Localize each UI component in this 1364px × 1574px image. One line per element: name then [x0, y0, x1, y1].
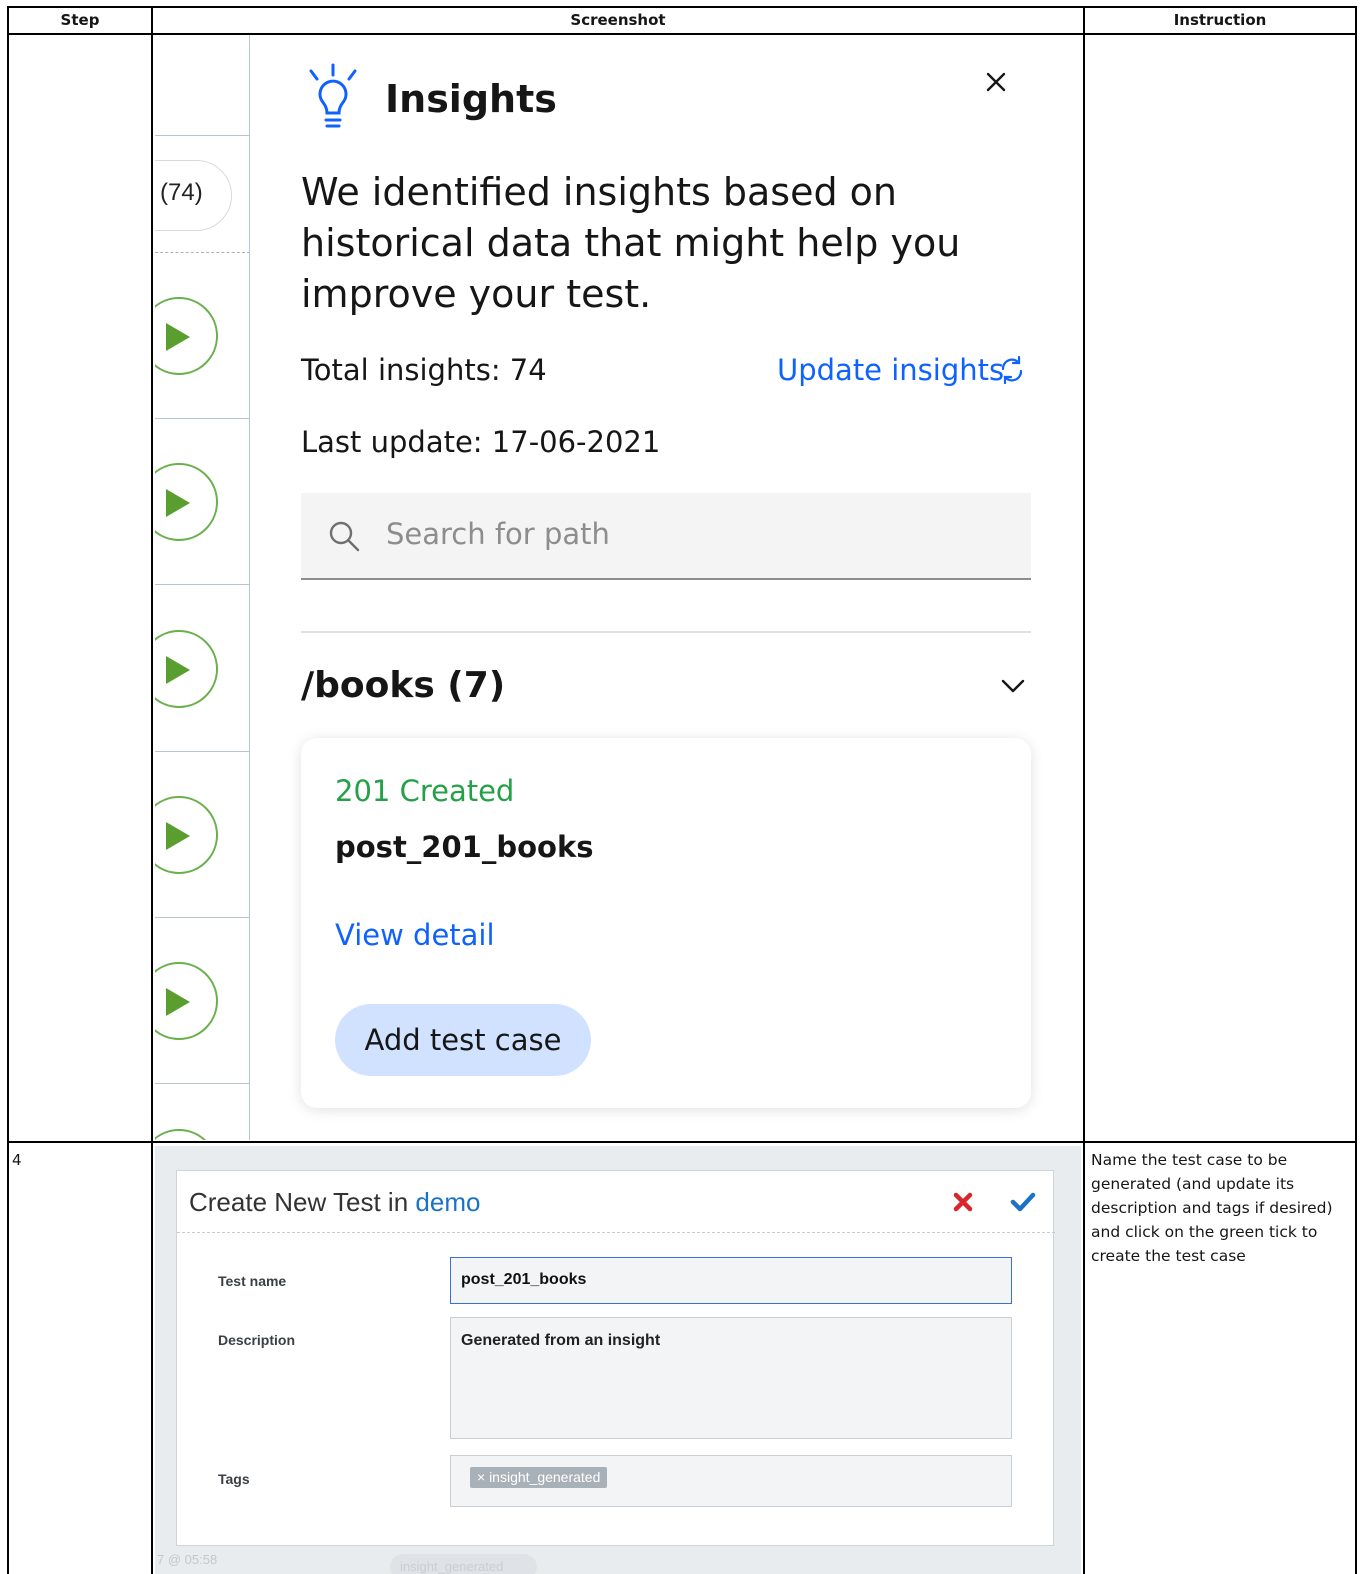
path-group-title[interactable]: /books (7) — [301, 665, 505, 706]
tags-label: Tags — [218, 1471, 250, 1487]
tag-chip[interactable]: × insight_generated — [470, 1467, 608, 1488]
count-pill-label: (74) — [160, 179, 203, 206]
section-divider — [301, 631, 1031, 633]
play-button[interactable] — [155, 297, 218, 375]
panel-title: Insights — [385, 77, 557, 121]
dialog-project-name: demo — [415, 1187, 481, 1217]
instruction-text: Name the test case to be generated (and … — [1091, 1151, 1333, 1265]
insight-card: 201 Created post_201_books View detail A… — [301, 738, 1031, 1108]
play-button[interactable] — [155, 463, 218, 541]
play-button[interactable] — [155, 630, 218, 708]
view-detail-link[interactable]: View detail — [335, 918, 495, 952]
table-border-right — [1355, 6, 1357, 1574]
header-step: Step — [60, 11, 100, 29]
play-icon — [166, 656, 190, 684]
dialog-separator — [177, 1232, 1055, 1233]
header-screenshot: Screenshot — [570, 11, 666, 29]
background-timestamp: 7 @ 05:58 — [157, 1552, 218, 1567]
search-placeholder: Search for path — [386, 517, 610, 551]
last-update: Last update: 17-06-2021 — [301, 425, 661, 459]
play-icon — [166, 988, 190, 1016]
description-textarea[interactable]: Generated from an insight — [450, 1317, 1012, 1439]
insights-screenshot: (74) Insights We identified insights bas… — [155, 35, 1083, 1140]
create-test-screenshot: 7 @ 05:58 insight_generated Create New T… — [155, 1146, 1081, 1574]
refresh-icon[interactable] — [997, 355, 1027, 385]
chevron-down-icon[interactable] — [1000, 673, 1026, 699]
description-label: Description — [218, 1332, 296, 1348]
search-icon — [329, 521, 360, 552]
table-col-separator-2 — [1083, 6, 1085, 1574]
test-name-input[interactable]: post_201_books — [450, 1257, 1012, 1304]
step-number: 4 — [12, 1151, 22, 1169]
test-list-strip: (74) — [155, 35, 250, 1140]
table-row-separator — [7, 1141, 1357, 1143]
cancel-icon[interactable] — [952, 1191, 974, 1213]
add-test-case-button[interactable]: Add test case — [335, 1004, 591, 1076]
insights-description: We identified insights based on historic… — [301, 170, 961, 316]
play-button[interactable] — [155, 796, 218, 874]
search-input[interactable]: Search for path — [301, 493, 1031, 580]
table-col-separator-1 — [151, 6, 153, 1574]
play-button[interactable] — [155, 962, 218, 1040]
play-icon — [166, 822, 190, 850]
table-border-top — [7, 6, 1357, 8]
test-name-label: Test name — [218, 1273, 287, 1289]
dialog-title: Create New Test in demo — [189, 1187, 480, 1218]
background-tag-label: insight_generated — [400, 1559, 504, 1574]
close-icon[interactable] — [981, 67, 1011, 97]
table-border-left — [7, 6, 9, 1574]
status-label: 201 Created — [335, 774, 515, 808]
play-icon — [166, 323, 190, 351]
lightbulb-icon — [309, 63, 357, 128]
confirm-check-icon[interactable] — [1010, 1191, 1036, 1213]
update-insights-link[interactable]: Update insights — [777, 353, 1004, 387]
insight-name: post_201_books — [335, 830, 594, 864]
play-button[interactable] — [155, 1129, 218, 1140]
background-tag: insight_generated — [390, 1554, 537, 1574]
play-icon — [166, 489, 190, 517]
tags-input[interactable]: × insight_generated — [450, 1455, 1012, 1507]
header-instruction: Instruction — [1173, 11, 1267, 29]
dialog-title-prefix: Create New Test in — [189, 1187, 416, 1217]
total-insights: Total insights: 74 — [301, 353, 547, 387]
create-test-dialog: Create New Test in demo Test name post_2… — [176, 1170, 1055, 1546]
